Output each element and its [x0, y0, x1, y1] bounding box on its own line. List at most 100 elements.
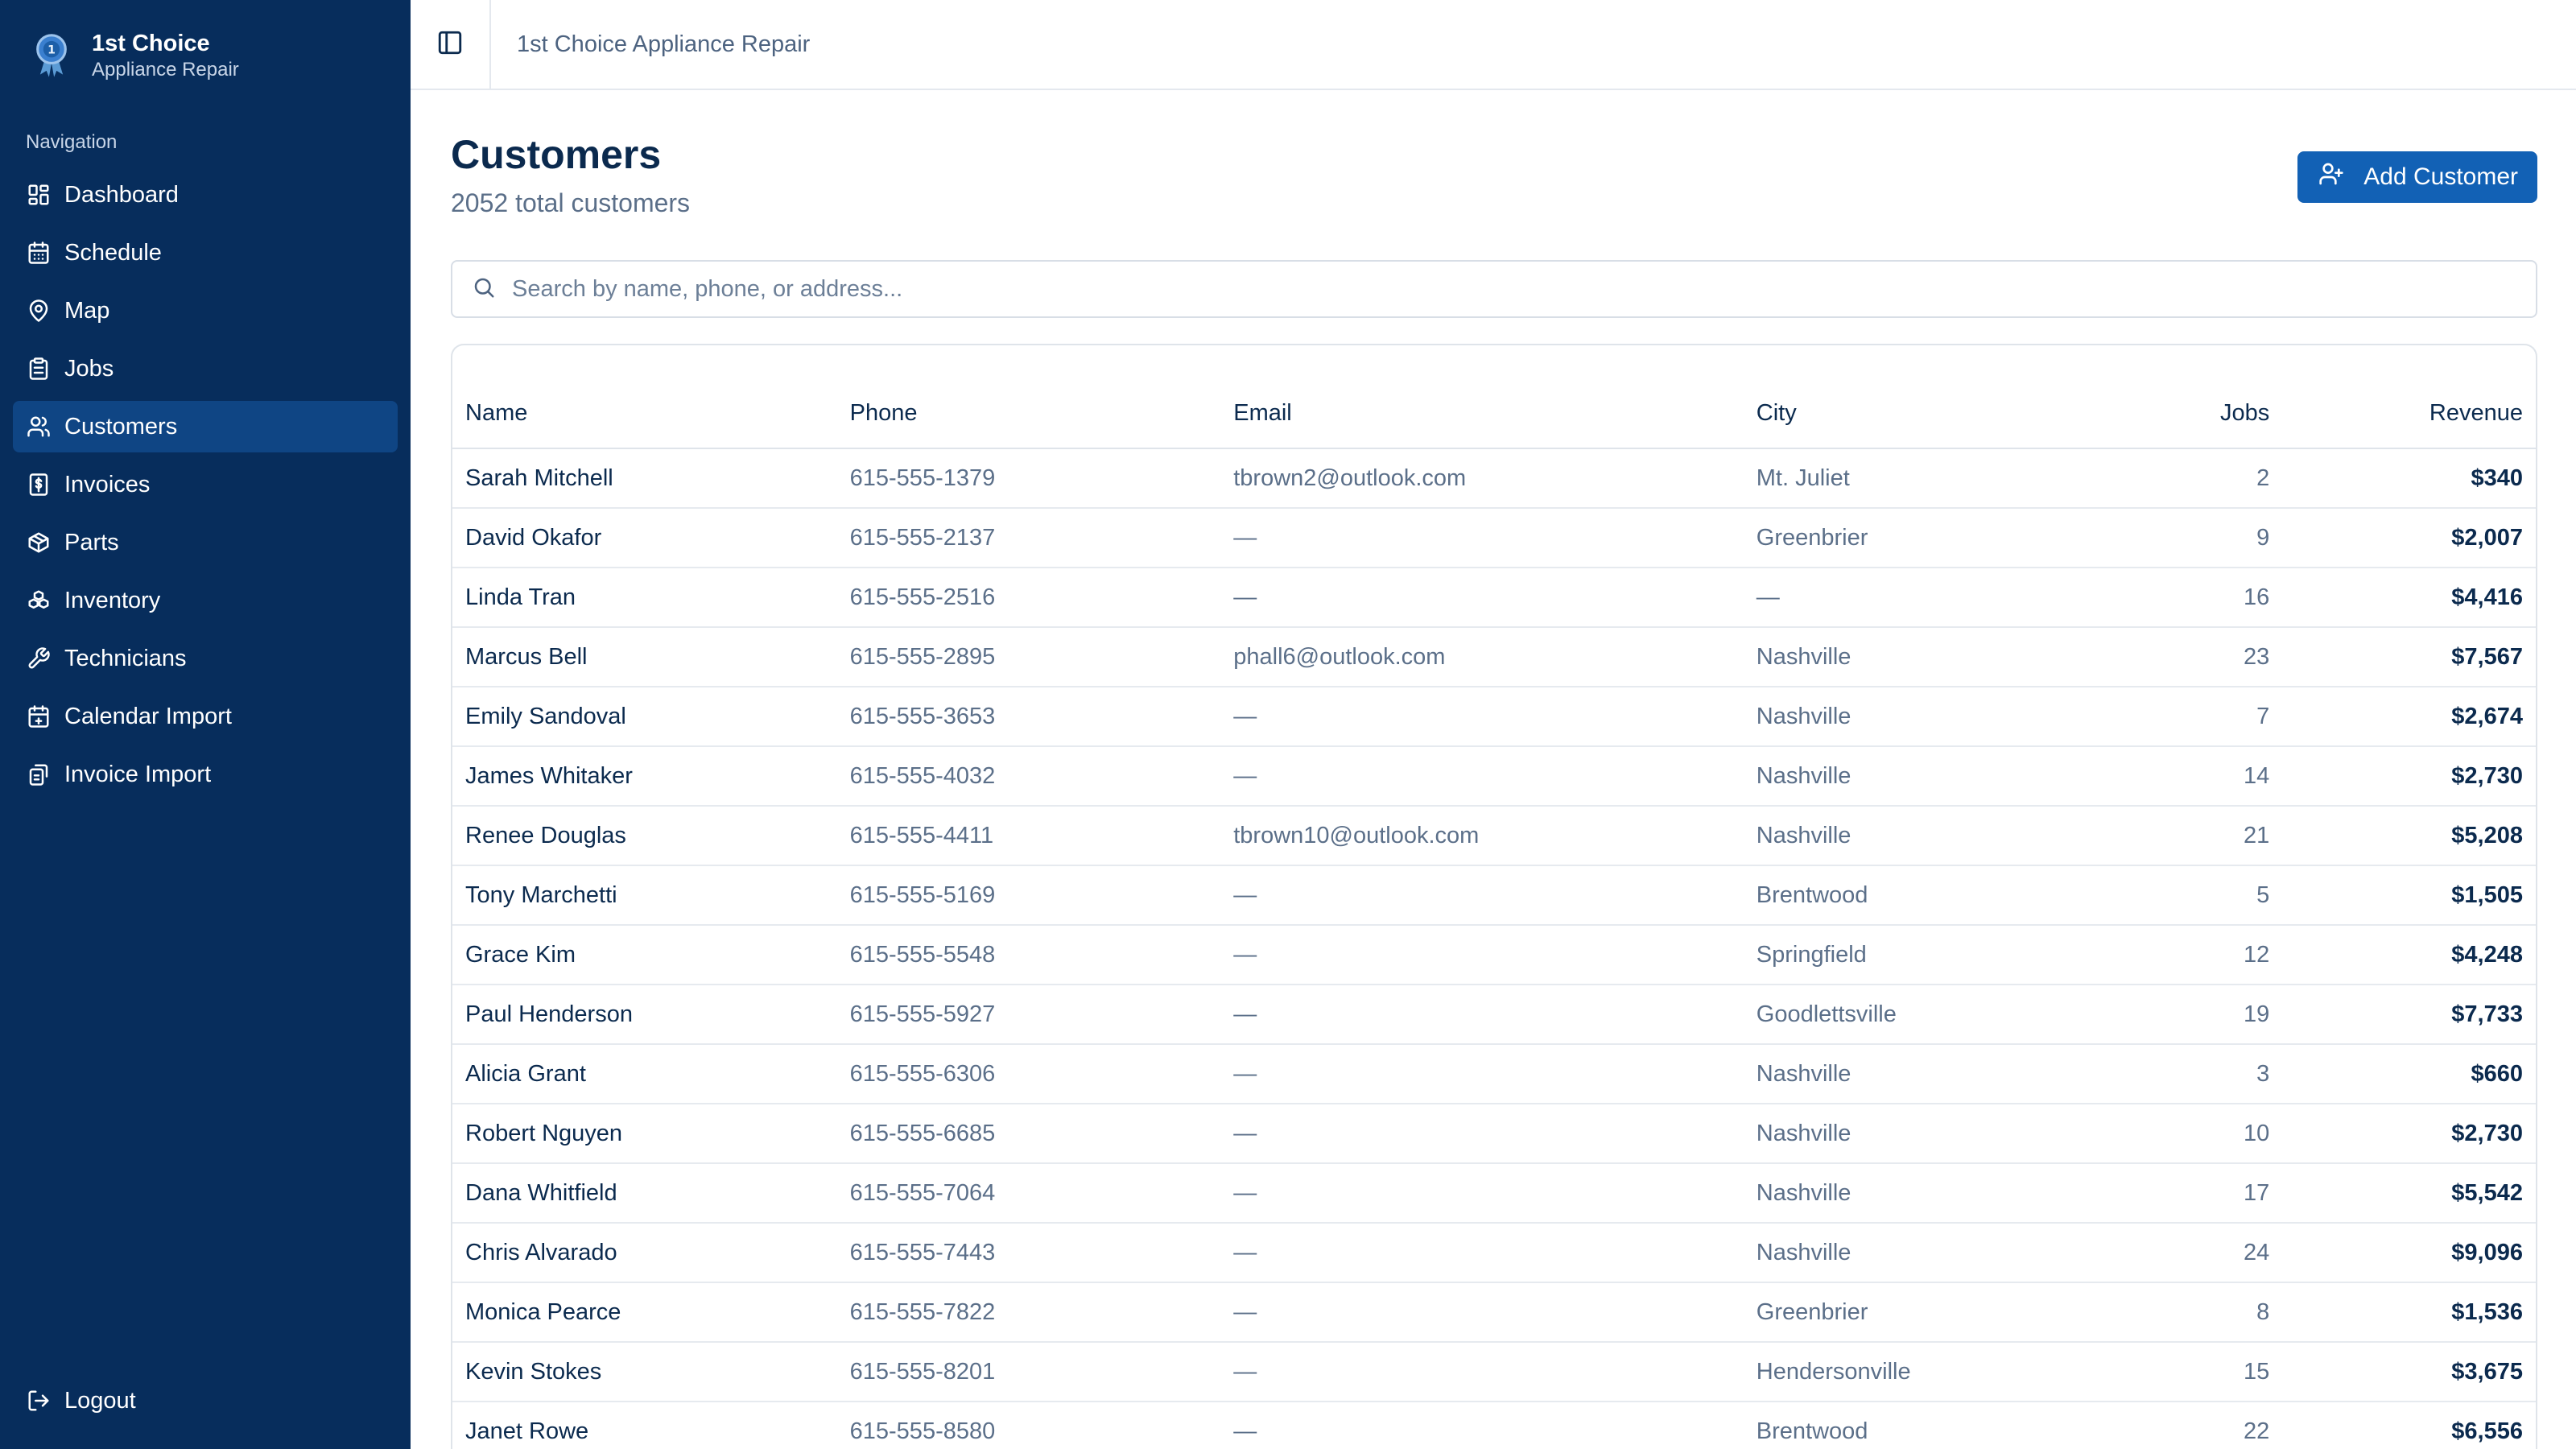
cell-phone: 615-555-5927	[836, 985, 1221, 1045]
sidebar-item-label: Calendar Import	[64, 703, 232, 729]
cell-city: —	[1743, 568, 2122, 628]
logout-container: Logout	[13, 1375, 398, 1433]
ribbon-award-logo-icon: 1	[29, 27, 74, 84]
cell-city: Greenbrier	[1743, 1282, 2122, 1343]
cell-name: James Whitaker	[452, 746, 837, 807]
cell-city: Hendersonville	[1743, 1342, 2122, 1402]
sidebar-item-parts[interactable]: Parts	[13, 517, 398, 568]
sidebar-item-inventory[interactable]: Inventory	[13, 575, 398, 626]
cell-revenue: $5,542	[2282, 1163, 2536, 1224]
customer-count: 2052 total customers	[451, 188, 691, 217]
cell-jobs: 12	[2121, 925, 2283, 985]
cell-phone: 615-555-4411	[836, 806, 1221, 866]
cell-city: Nashville	[1743, 746, 2122, 807]
users-icon	[26, 414, 52, 440]
cell-city: Springfield	[1743, 925, 2122, 985]
cell-city: Nashville	[1743, 1223, 2122, 1283]
table-row[interactable]: Dana Whitfield 615-555-7064 — Nashville …	[452, 1163, 2536, 1224]
column-header-name[interactable]: Name	[452, 345, 837, 449]
table-row[interactable]: Tony Marchetti 615-555-5169 — Brentwood …	[452, 865, 2536, 926]
cell-jobs: 22	[2121, 1402, 2283, 1449]
sidebar-item-technicians[interactable]: Technicians	[13, 633, 398, 684]
invoice-icon	[26, 472, 52, 497]
sidebar-item-dashboard[interactable]: Dashboard	[13, 169, 398, 221]
cell-revenue: $4,416	[2282, 568, 2536, 628]
search-input[interactable]	[512, 275, 2536, 303]
customers-table-card: Name Phone Email City Jobs Revenue Sarah…	[451, 344, 2537, 1449]
table-row[interactable]: Sarah Mitchell 615-555-1379 tbrown2@outl…	[452, 448, 2536, 509]
cell-jobs: 8	[2121, 1282, 2283, 1343]
sidebar-item-customers[interactable]: Customers	[13, 401, 398, 452]
cell-email: —	[1220, 687, 1744, 747]
cell-city: Brentwood	[1743, 1402, 2122, 1449]
table-row[interactable]: Linda Tran 615-555-2516 — — 16 $4,416	[452, 568, 2536, 628]
table-header: Name Phone Email City Jobs Revenue	[452, 345, 2536, 449]
table-row[interactable]: Janet Rowe 615-555-8580 — Brentwood 22 $…	[452, 1402, 2536, 1449]
cell-name: Linda Tran	[452, 568, 837, 628]
customers-table: Name Phone Email City Jobs Revenue Sarah…	[452, 345, 2536, 1449]
cell-name: Alicia Grant	[452, 1044, 837, 1104]
cell-email: —	[1220, 746, 1744, 807]
add-customer-label: Add Customer	[2363, 163, 2518, 190]
cell-revenue: $6,556	[2282, 1402, 2536, 1449]
cell-phone: 615-555-8201	[836, 1342, 1221, 1402]
cell-city: Nashville	[1743, 687, 2122, 747]
table-row[interactable]: James Whitaker 615-555-4032 — Nashville …	[452, 746, 2536, 807]
user-plus-icon	[2318, 161, 2363, 193]
sidebar-item-calendar-import[interactable]: Calendar Import	[13, 691, 398, 742]
topbar: 1st Choice Appliance Repair	[411, 0, 2576, 90]
sidebar-item-map[interactable]: Map	[13, 285, 398, 336]
sidebar-item-invoices[interactable]: Invoices	[13, 459, 398, 510]
search-box[interactable]	[451, 260, 2537, 318]
cell-phone: 615-555-5169	[836, 865, 1221, 926]
logout-icon	[26, 1388, 52, 1414]
cell-name: Dana Whitfield	[452, 1163, 837, 1224]
table-row[interactable]: Monica Pearce 615-555-7822 — Greenbrier …	[452, 1282, 2536, 1343]
brand[interactable]: 1 1st Choice Appliance Repair	[0, 0, 411, 89]
cell-email: —	[1220, 865, 1744, 926]
logout-button[interactable]: Logout	[13, 1375, 398, 1426]
cell-revenue: $2,674	[2282, 687, 2536, 747]
cell-city: Brentwood	[1743, 865, 2122, 926]
table-row[interactable]: Kevin Stokes 615-555-8201 — Hendersonvil…	[452, 1342, 2536, 1402]
sidebar: 1 1st Choice Appliance Repair Navigation…	[0, 0, 411, 1449]
cell-phone: 615-555-7443	[836, 1223, 1221, 1283]
table-row[interactable]: David Okafor 615-555-2137 — Greenbrier 9…	[452, 508, 2536, 568]
table-row[interactable]: Grace Kim 615-555-5548 — Springfield 12 …	[452, 925, 2536, 985]
column-header-phone[interactable]: Phone	[836, 345, 1221, 449]
sidebar-item-invoice-import[interactable]: Invoice Import	[13, 749, 398, 800]
sidebar-toggle-button[interactable]	[411, 0, 491, 89]
add-customer-button[interactable]: Add Customer	[2297, 151, 2537, 203]
cell-jobs: 17	[2121, 1163, 2283, 1224]
sidebar-item-jobs[interactable]: Jobs	[13, 343, 398, 394]
map-pin-icon	[26, 298, 52, 324]
topbar-title: 1st Choice Appliance Repair	[517, 31, 811, 57]
cell-city: Nashville	[1743, 627, 2122, 687]
cell-name: Grace Kim	[452, 925, 837, 985]
cell-name: Paul Henderson	[452, 985, 837, 1045]
table-row[interactable]: Emily Sandoval 615-555-3653 — Nashville …	[452, 687, 2536, 747]
column-header-jobs[interactable]: Jobs	[2121, 345, 2283, 449]
cell-revenue: $1,536	[2282, 1282, 2536, 1343]
table-row[interactable]: Renee Douglas 615-555-4411 tbrown10@outl…	[452, 806, 2536, 866]
column-header-revenue[interactable]: Revenue	[2282, 345, 2536, 449]
cell-jobs: 14	[2121, 746, 2283, 807]
column-header-email[interactable]: Email	[1220, 345, 1744, 449]
cell-email: —	[1220, 1223, 1744, 1283]
table-row[interactable]: Marcus Bell 615-555-2895 phall6@outlook.…	[452, 627, 2536, 687]
cell-revenue: $7,567	[2282, 627, 2536, 687]
nav-heading: Navigation	[26, 131, 118, 153]
column-header-city[interactable]: City	[1743, 345, 2122, 449]
cell-name: Tony Marchetti	[452, 865, 837, 926]
import-icon	[26, 762, 52, 787]
table-row[interactable]: Paul Henderson 615-555-5927 — Goodlettsv…	[452, 985, 2536, 1045]
sidebar-toggle-icon	[436, 29, 464, 60]
table-row[interactable]: Robert Nguyen 615-555-6685 — Nashville 1…	[452, 1104, 2536, 1164]
sidebar-item-schedule[interactable]: Schedule	[13, 227, 398, 279]
cell-revenue: $9,096	[2282, 1223, 2536, 1283]
cell-jobs: 24	[2121, 1223, 2283, 1283]
table-row[interactable]: Alicia Grant 615-555-6306 — Nashville 3 …	[452, 1044, 2536, 1104]
cell-phone: 615-555-2516	[836, 568, 1221, 628]
table-row[interactable]: Chris Alvarado 615-555-7443 — Nashville …	[452, 1223, 2536, 1283]
wrench-icon	[26, 646, 52, 671]
